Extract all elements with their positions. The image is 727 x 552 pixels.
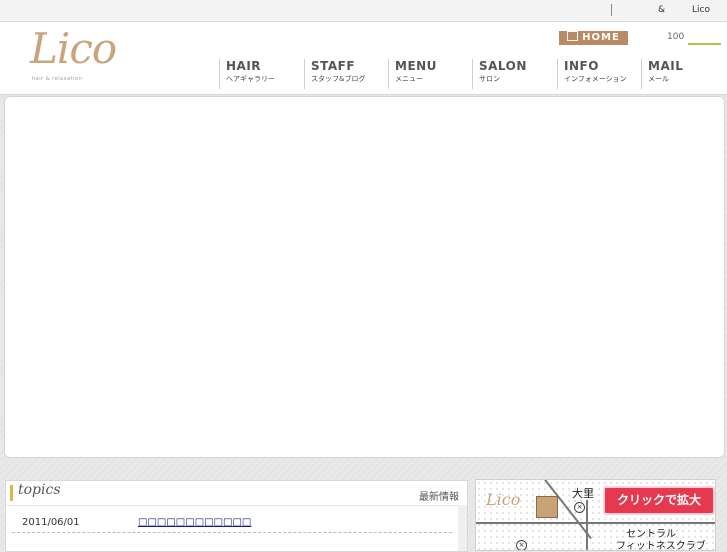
map-poi-icon: × bbox=[516, 540, 527, 550]
nav-item-info[interactable]: INFO インフォメーション bbox=[557, 59, 627, 89]
nav-label-en: INFO bbox=[564, 59, 599, 73]
site-header: Lico hair & relaxation HOME 100 HAIR ヘアギ… bbox=[0, 22, 727, 95]
topics-box: topics 最新情報 2011/06/01 □□□□□□□□□□□□ bbox=[5, 480, 468, 552]
nav-label-en: MAIL bbox=[648, 59, 684, 73]
nav-label-ja: インフォメーション bbox=[564, 75, 627, 83]
topics-date: 2011/06/01 bbox=[22, 517, 80, 528]
home-icon bbox=[567, 31, 579, 41]
home-button[interactable]: HOME bbox=[559, 31, 628, 45]
nav-item-hair[interactable]: HAIR ヘアギャラリー bbox=[219, 59, 275, 89]
nav-label-en: HAIR bbox=[226, 59, 262, 73]
main-content-panel bbox=[4, 96, 725, 458]
nav-label-en: MENU bbox=[395, 59, 437, 73]
nav-label-ja: サロン bbox=[479, 75, 500, 83]
topics-link[interactable]: □□□□□□□□□□□□ bbox=[138, 517, 251, 528]
map-road bbox=[586, 500, 588, 550]
nav-item-staff[interactable]: STAFF スタッフ&ブログ bbox=[304, 59, 365, 89]
topics-row: 2011/06/01 □□□□□□□□□□□□ bbox=[12, 514, 452, 533]
logo-subtitle: hair & relaxation bbox=[32, 76, 83, 82]
access-map[interactable]: Lico × × 大里 セントラル フィットネスクラブ クリックで拡大 bbox=[475, 479, 716, 551]
home-button-label: HOME bbox=[582, 32, 620, 43]
top-bar-amp: & bbox=[658, 5, 666, 15]
nav-label-en: SALON bbox=[479, 59, 527, 73]
nav-label-ja: メール bbox=[648, 75, 669, 83]
map-zoom-button[interactable]: クリックで拡大 bbox=[603, 486, 715, 515]
top-bar: & Lico bbox=[0, 0, 727, 22]
nav-label-ja: ヘアギャラリー bbox=[226, 75, 275, 83]
nav-item-mail[interactable]: MAIL メール bbox=[641, 59, 683, 89]
map-road bbox=[476, 522, 715, 524]
top-bar-brand[interactable]: Lico bbox=[692, 5, 710, 15]
nav-label-en: STAFF bbox=[311, 59, 356, 73]
nav-item-salon[interactable]: SALON サロン bbox=[472, 59, 527, 89]
nav-label-ja: メニュー bbox=[395, 75, 423, 83]
topics-header: topics 最新情報 bbox=[6, 481, 467, 506]
topics-title: topics bbox=[18, 482, 61, 498]
map-logo: Lico bbox=[486, 490, 521, 509]
site-logo[interactable]: Lico hair & relaxation bbox=[22, 24, 147, 86]
map-station-icon: × bbox=[574, 502, 585, 513]
top-bar-separator bbox=[611, 4, 612, 16]
font-size-control[interactable]: 100 bbox=[667, 32, 684, 42]
nav-label-ja: スタッフ&ブログ bbox=[311, 75, 366, 83]
map-station-label: 大里 bbox=[572, 487, 594, 500]
topics-accent-bar bbox=[10, 485, 13, 501]
font-size-slider[interactable] bbox=[688, 43, 721, 45]
topics-latest-label: 最新情報 bbox=[419, 492, 459, 503]
map-salon-marker bbox=[536, 496, 558, 518]
nav-item-menu[interactable]: MENU メニュー bbox=[388, 59, 437, 89]
logo-script: Lico bbox=[30, 24, 117, 73]
topics-scrollbar[interactable] bbox=[458, 505, 467, 551]
map-landmark-line2: フィットネスクラブ bbox=[616, 541, 706, 551]
